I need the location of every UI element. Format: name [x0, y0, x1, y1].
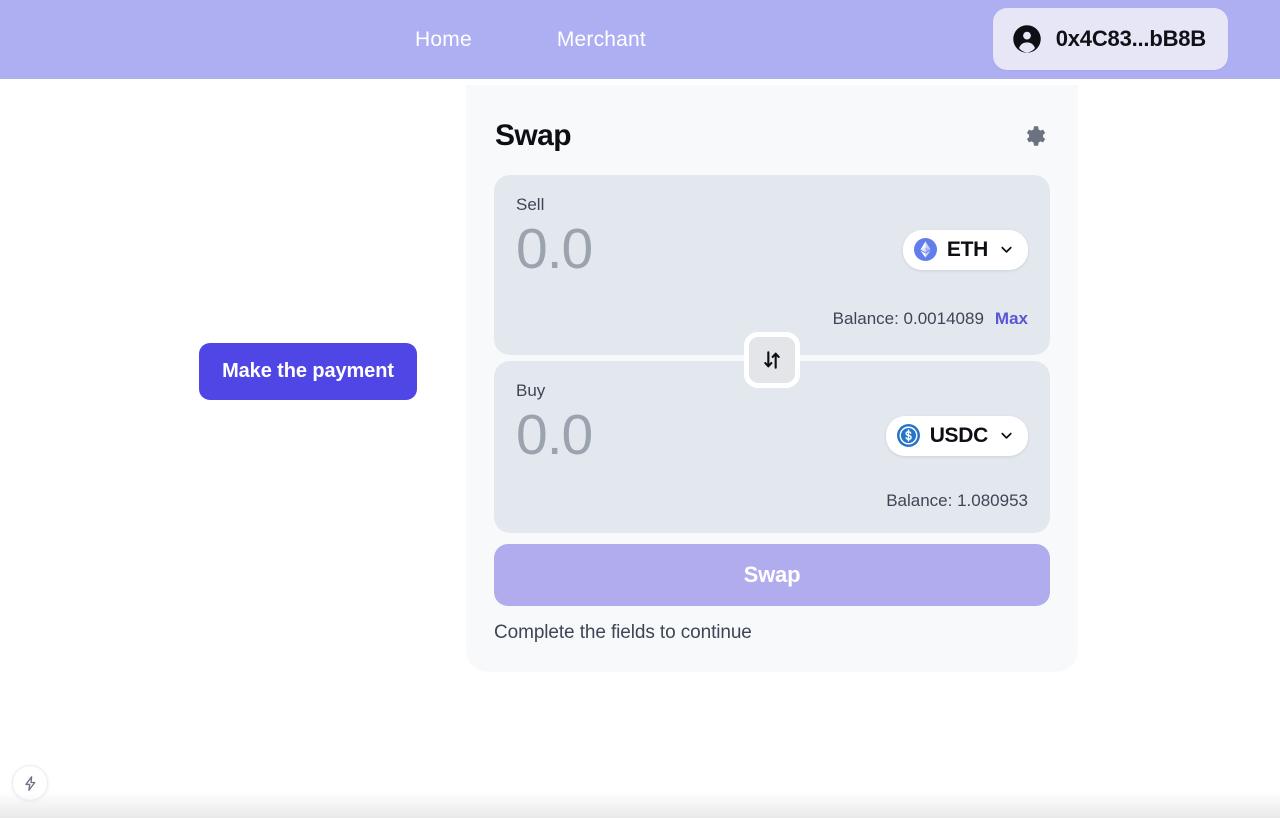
top-navigation-bar: Home Merchant 0x4C83...bB8B [0, 0, 1280, 79]
buy-amount-row: USDC [516, 403, 1028, 469]
wallet-address-text: 0x4C83...bB8B [1055, 26, 1206, 51]
swap-vertical-arrows-icon [761, 349, 783, 371]
swap-direction-button[interactable] [744, 332, 800, 388]
sell-amount-input[interactable] [516, 217, 846, 283]
account-circle-icon [1012, 24, 1042, 54]
sell-panel: Sell ETH [494, 175, 1050, 355]
chevron-down-icon [998, 427, 1015, 444]
buy-balance-text: Balance: 1.080953 [886, 491, 1028, 510]
lightning-bolt-icon [22, 775, 39, 792]
ethereum-icon [913, 238, 937, 262]
page-bottom-gradient [0, 792, 1280, 818]
sell-balance-text: Balance: 0.0014089 [832, 309, 984, 328]
sell-balance-row: Balance: 0.0014089 Max [833, 309, 1028, 329]
make-the-payment-button[interactable]: Make the payment [199, 343, 417, 400]
swap-card: Swap Sell 0.0 ETH Balance: 0.0014089 Max… [466, 85, 1078, 672]
nav-link-merchant[interactable]: Merchant [557, 28, 646, 52]
swap-submit-button[interactable]: Swap [494, 544, 1050, 606]
gear-icon[interactable] [1023, 123, 1049, 149]
sell-token-symbol: ETH [946, 237, 988, 261]
nav-link-home[interactable]: Home [415, 28, 472, 52]
swap-card-header: Swap [494, 113, 1050, 159]
swap-hint-text: Complete the fields to continue [494, 622, 752, 643]
sell-token-selector[interactable]: ETH [902, 229, 1028, 270]
page-title: Swap [495, 119, 572, 152]
main-nav: Home Merchant [415, 0, 646, 79]
sell-amount-row: ETH [516, 217, 1028, 283]
buy-amount-input[interactable] [516, 403, 846, 469]
quick-action-button[interactable] [12, 765, 48, 801]
buy-token-symbol: USDC [929, 423, 989, 447]
chevron-down-icon [998, 241, 1015, 258]
sell-label: Sell [516, 195, 545, 214]
usdc-icon [896, 424, 920, 448]
max-button[interactable]: Max [995, 309, 1028, 329]
buy-balance-row: Balance: 1.080953 [886, 491, 1028, 511]
buy-token-selector[interactable]: USDC [885, 415, 1028, 456]
wallet-address-button[interactable]: 0x4C83...bB8B [992, 8, 1228, 70]
